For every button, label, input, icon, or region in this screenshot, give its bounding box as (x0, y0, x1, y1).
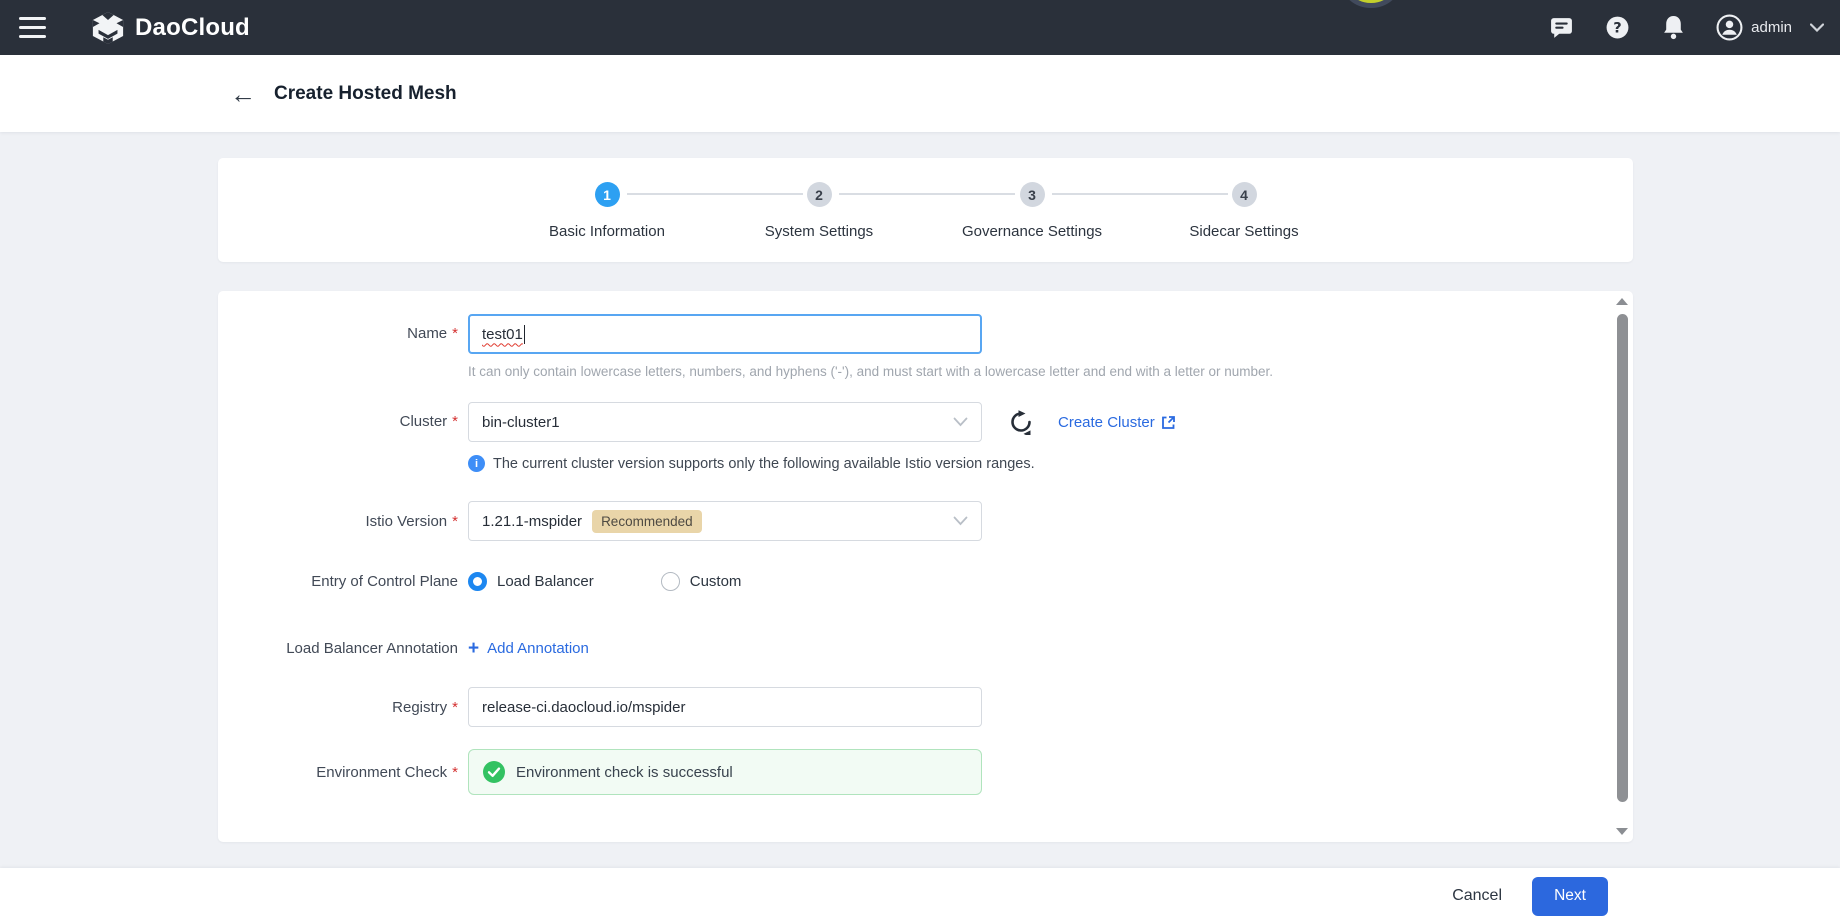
cancel-button[interactable]: Cancel (1452, 887, 1502, 905)
step-label: System Settings (764, 223, 874, 240)
messages-icon[interactable] (1548, 15, 1574, 41)
environment-check-label: Environment Check * (316, 763, 458, 781)
cluster-info-text: The current cluster version supports onl… (493, 455, 1035, 472)
name-input[interactable]: test01 (468, 314, 982, 354)
required-asterisk: * (452, 698, 458, 716)
radio-selected-icon (468, 571, 487, 591)
brand-logo[interactable]: DaoCloud (91, 11, 250, 45)
cluster-select-value: bin-cluster1 (482, 413, 560, 431)
name-field-label: Name * (407, 325, 458, 342)
user-menu[interactable]: admin (1716, 14, 1824, 41)
text-caret (523, 324, 526, 344)
form-card: Name * test01 It can only contain lowerca… (218, 291, 1633, 842)
help-icon[interactable]: ? (1604, 15, 1630, 41)
back-arrow-icon[interactable]: ← (230, 81, 256, 107)
menu-hamburger-icon[interactable] (19, 17, 46, 38)
cluster-field-label: Cluster * (399, 413, 458, 430)
environment-check-message: Environment check is successful (516, 763, 733, 781)
step-governance-settings[interactable]: 3 Governance Settings (942, 182, 1122, 240)
page-title: Create Hosted Mesh (274, 82, 457, 104)
step-number: 1 (594, 182, 620, 207)
notifications-bell-icon[interactable] (1660, 15, 1686, 41)
step-label: Basic Information (549, 223, 665, 240)
step-label: Governance Settings (961, 223, 1103, 240)
required-asterisk: * (452, 512, 458, 530)
success-check-icon (483, 761, 505, 783)
daocloud-cube-icon (91, 11, 125, 45)
lb-annotation-label: Load Balancer Annotation (286, 639, 458, 657)
create-cluster-link[interactable]: Create Cluster (1058, 414, 1176, 431)
istio-version-value: 1.21.1-mspider (482, 512, 583, 530)
scroll-down-arrow[interactable] (1616, 828, 1628, 835)
scrollbar-thumb[interactable] (1616, 314, 1628, 802)
scroll-up-arrow[interactable] (1616, 298, 1628, 305)
required-asterisk: * (452, 413, 458, 430)
name-helper-text: It can only contain lowercase letters, n… (468, 364, 1274, 379)
step-label: Sidecar Settings (1189, 223, 1299, 240)
topbar: DaoCloud ? admin (0, 0, 1840, 55)
footer-action-bar: Cancel Next (0, 868, 1840, 924)
required-asterisk: * (452, 325, 458, 342)
plus-icon: + (468, 637, 480, 659)
istio-version-field-label: Istio Version * (365, 512, 458, 530)
stepper-card: 1 Basic Information 2 System Settings 3 … (218, 158, 1633, 262)
registry-field-label: Registry * (392, 698, 458, 716)
required-asterisk: * (452, 763, 458, 781)
refresh-clusters-icon[interactable] (1008, 409, 1034, 435)
environment-check-status: Environment check is successful (468, 749, 982, 795)
step-number: 4 (1231, 182, 1257, 207)
step-number: 3 (1019, 182, 1045, 207)
info-icon: i (468, 455, 485, 472)
step-sidecar-settings[interactable]: 4 Sidecar Settings (1154, 182, 1334, 240)
step-number: 2 (806, 182, 832, 207)
form-scrollbar[interactable] (1615, 296, 1629, 837)
registry-input[interactable]: release-ci.daocloud.io/mspider (468, 687, 982, 727)
entry-of-control-plane-label: Entry of Control Plane (311, 572, 458, 590)
brand-name: DaoCloud (135, 13, 250, 41)
svg-text:?: ? (1613, 20, 1621, 37)
registry-input-value: release-ci.daocloud.io/mspider (482, 698, 686, 716)
radio-unselected-icon (660, 571, 680, 591)
add-annotation-button[interactable]: + Add Annotation (468, 639, 589, 658)
chevron-down-icon (1810, 23, 1824, 32)
step-basic-information[interactable]: 1 Basic Information (517, 182, 697, 240)
istio-version-select[interactable]: 1.21.1-mspider Recommended (468, 501, 982, 541)
name-input-value: test01 (482, 325, 523, 343)
chevron-down-icon (953, 516, 968, 526)
user-avatar-icon (1716, 14, 1743, 41)
next-button[interactable]: Next (1532, 876, 1608, 916)
external-link-icon (1161, 415, 1176, 430)
step-system-settings[interactable]: 2 System Settings (729, 182, 909, 240)
username-label: admin (1751, 19, 1792, 36)
chevron-down-icon (953, 417, 968, 427)
page-header: ← Create Hosted Mesh (0, 55, 1840, 132)
cluster-select[interactable]: bin-cluster1 (468, 402, 982, 442)
radio-load-balancer[interactable]: Load Balancer (468, 571, 594, 591)
radio-custom[interactable]: Custom (660, 571, 741, 591)
recommended-badge: Recommended (592, 509, 702, 533)
